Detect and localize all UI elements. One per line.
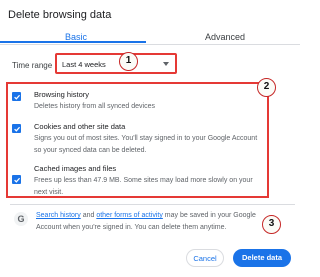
delete-data-button[interactable]: Delete data: [233, 249, 291, 267]
other-activity-link[interactable]: other forms of activity: [96, 212, 163, 219]
annotation-badge-2: 2: [257, 78, 276, 97]
annotation-badge-1: 1: [119, 52, 138, 71]
info-text: may be saved in your Google: [162, 212, 256, 219]
cancel-button[interactable]: Cancel: [186, 249, 224, 267]
option-description: Deletes history from all synced devices: [34, 103, 155, 110]
info-text: and: [80, 212, 97, 219]
time-range-value: Last 4 weeks: [62, 60, 106, 69]
option-description: so your synced data can be deleted.: [34, 146, 147, 154]
google-icon: G: [14, 212, 28, 226]
data-types-list: Browsing history Deletes history from al…: [6, 82, 269, 198]
info-text: Account when you're signed in. You can d…: [36, 223, 227, 231]
active-tab-indicator: [0, 41, 146, 43]
checkbox-checked-icon[interactable]: [12, 92, 21, 101]
annotation-badge-3: 3: [262, 215, 281, 234]
tab-bar: Basic Advanced: [0, 26, 300, 45]
dropdown-caret-icon: [163, 62, 169, 66]
search-history-link[interactable]: Search history: [36, 212, 81, 219]
option-title: Cookies and other site data: [34, 122, 126, 131]
checkbox-checked-icon[interactable]: [12, 124, 21, 133]
option-description: next visit.: [34, 188, 64, 196]
tab-advanced[interactable]: Advanced: [205, 32, 245, 42]
option-description: Signs you out of most sites. You'll stay…: [34, 135, 258, 142]
divider: [10, 204, 295, 205]
time-range-select[interactable]: Last 4 weeks: [55, 53, 177, 74]
dialog-title: Delete browsing data: [8, 9, 112, 21]
activity-info: Search history and other forms of activi…: [36, 210, 256, 233]
time-range-label: Time range: [12, 61, 53, 70]
option-title: Browsing history: [34, 90, 90, 99]
option-title: Cached images and files: [34, 164, 117, 173]
option-description: Frees up less than 47.9 MB. Some sites m…: [34, 177, 253, 184]
checkbox-checked-icon[interactable]: [12, 175, 21, 184]
